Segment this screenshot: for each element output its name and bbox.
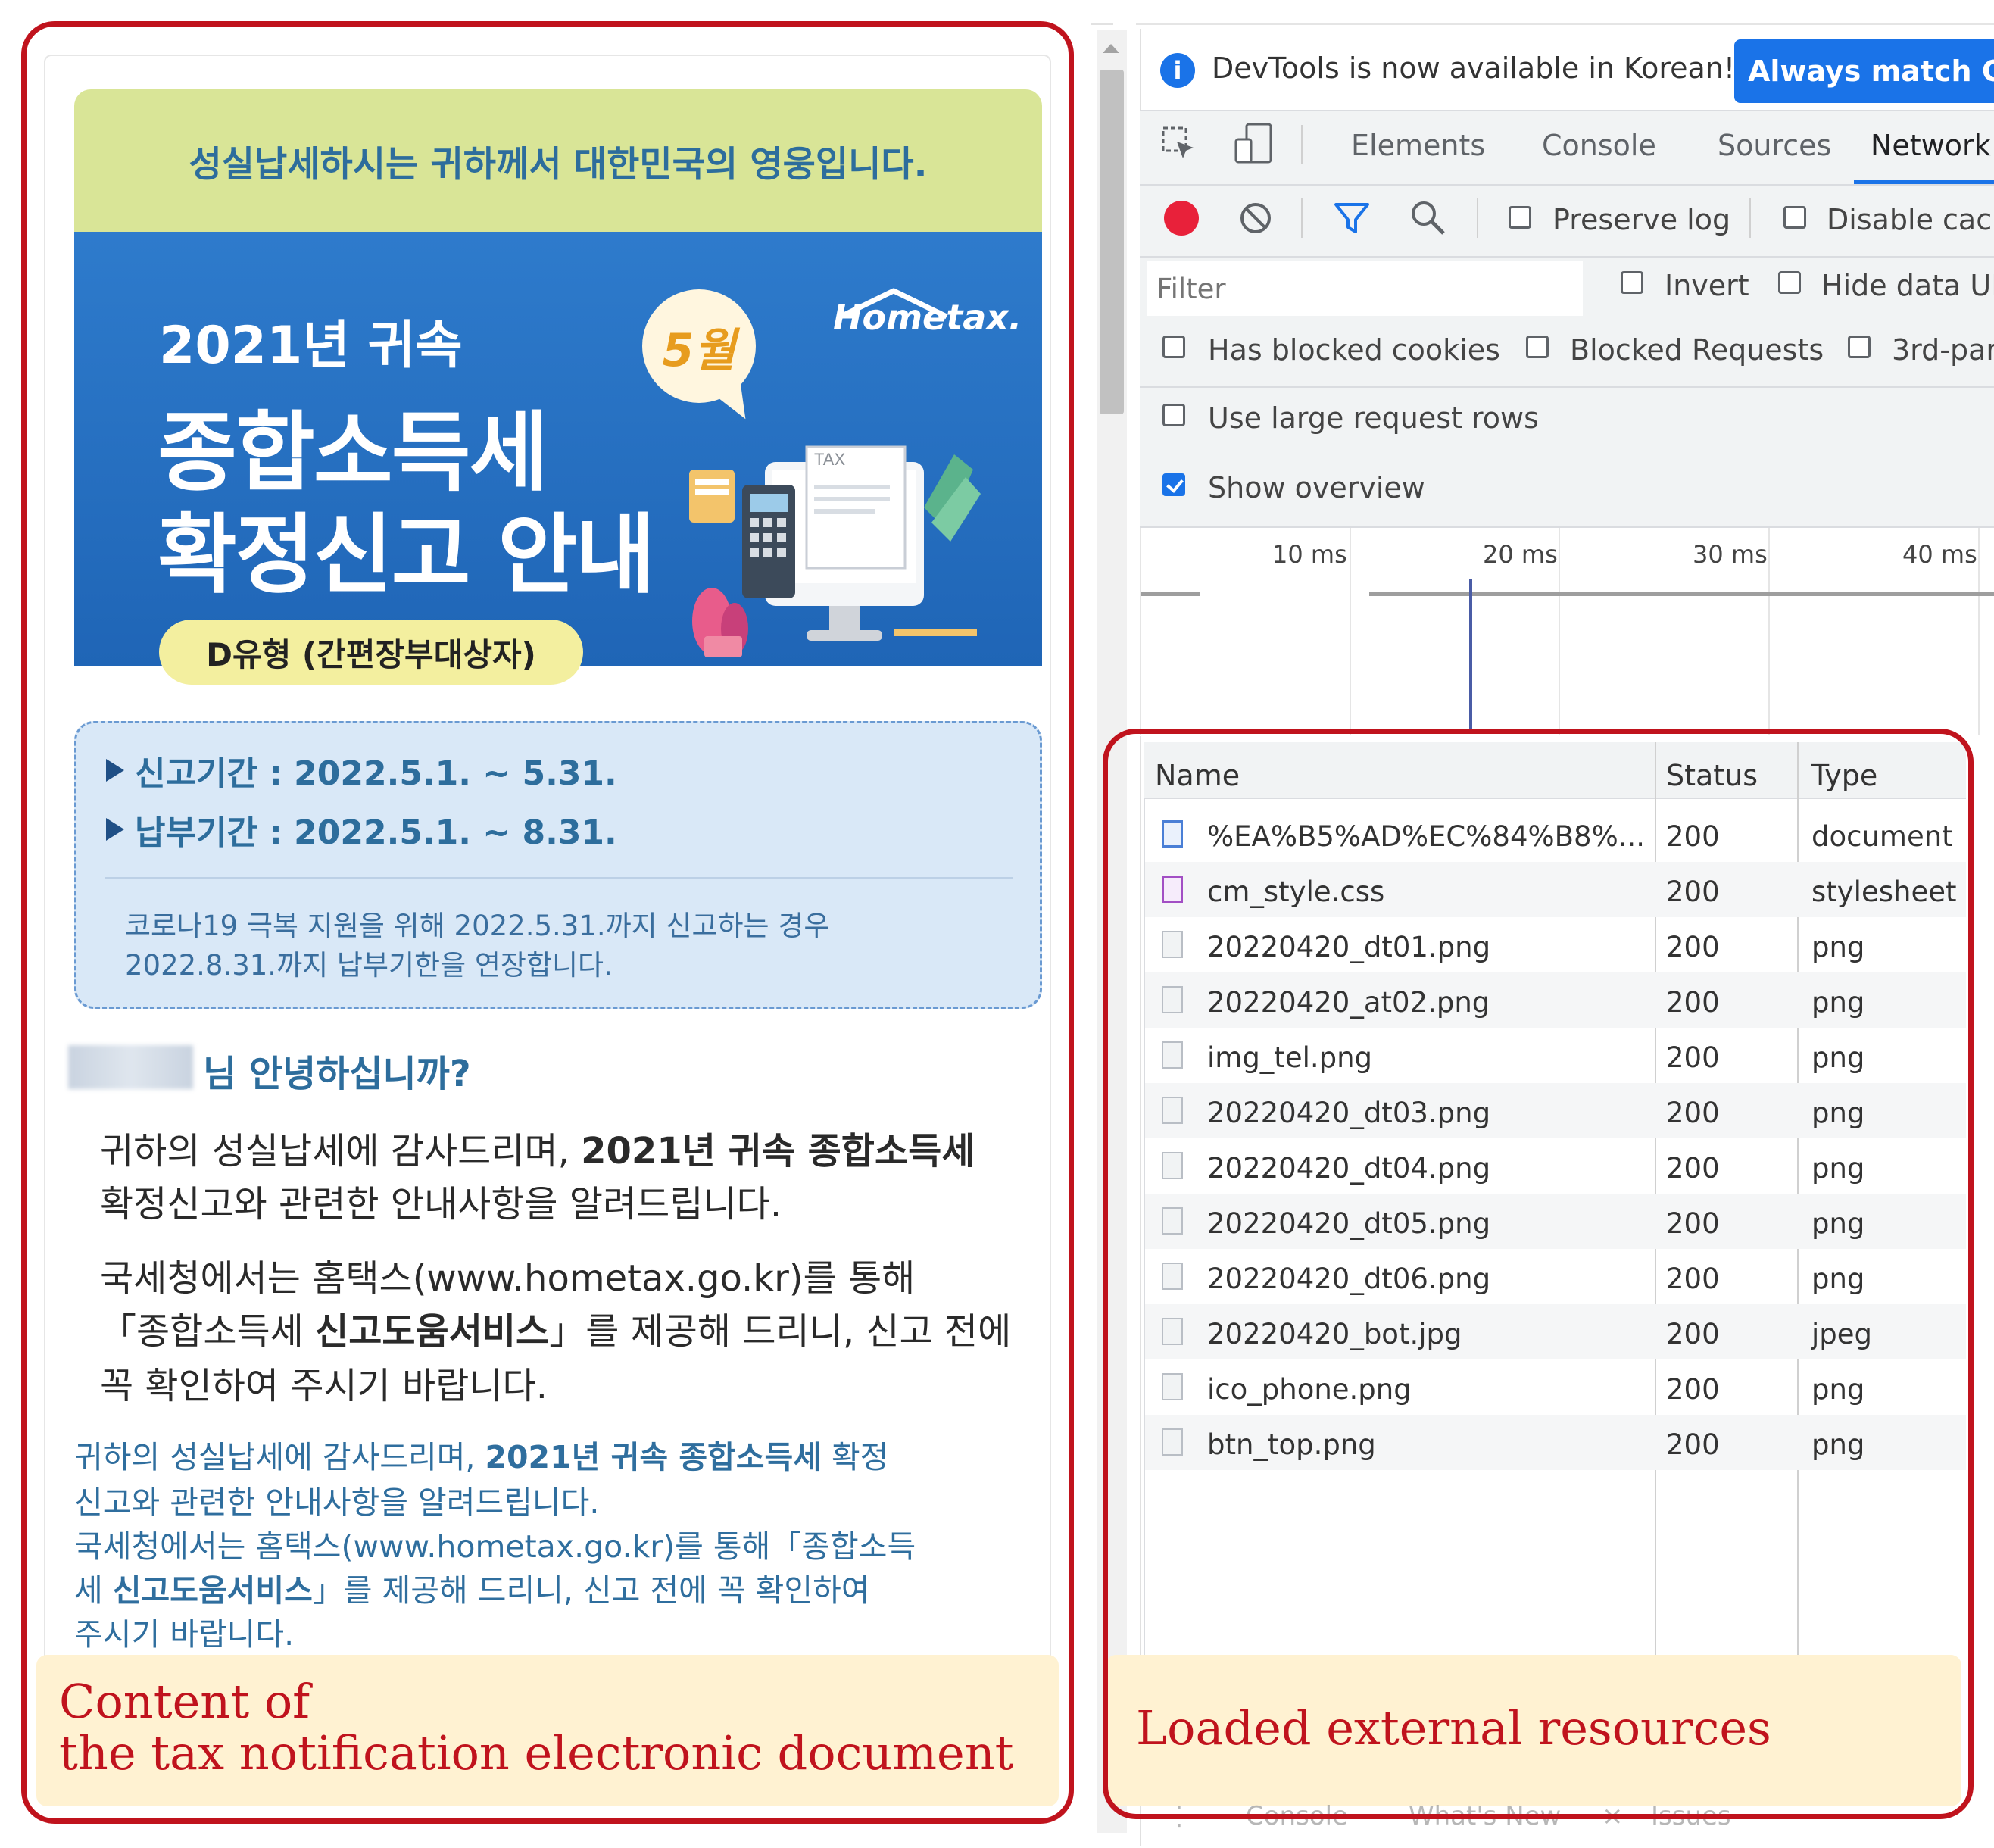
timeline-tick-label: 20 ms <box>1483 540 1558 569</box>
timeline-bar <box>1141 592 1200 596</box>
disable-cache-checkbox[interactable] <box>1783 206 1806 229</box>
third-party-label: 3rd-party requests <box>1892 333 1994 367</box>
scroll-up-arrow-icon[interactable] <box>1103 44 1119 53</box>
timeline-marker <box>1469 579 1472 731</box>
tab-elements[interactable]: Elements <box>1351 129 1485 162</box>
timeline-tick-label: 30 ms <box>1693 540 1768 569</box>
blocked-requests-label: Blocked Requests <box>1570 333 1824 367</box>
resources-highlight-frame <box>1103 729 1974 1819</box>
preserve-log-checkbox[interactable] <box>1509 206 1531 229</box>
filter-input[interactable] <box>1147 261 1583 316</box>
timeline-gridline <box>1140 528 1141 735</box>
timeline-tick-label: 40 ms <box>1902 540 1977 569</box>
device-toolbar-icon[interactable] <box>1233 121 1275 167</box>
match-language-button[interactable]: Always match Chrome's language <box>1734 39 1994 103</box>
timeline-tick-label: 10 ms <box>1272 540 1347 569</box>
tab-sources[interactable]: Sources <box>1718 129 1831 162</box>
divider-line <box>1136 23 1994 25</box>
timeline-bar <box>1369 592 1994 596</box>
tab-network[interactable]: Network <box>1871 129 1991 162</box>
search-icon[interactable] <box>1409 198 1448 238</box>
scrollbar-thumb[interactable] <box>1100 70 1124 414</box>
third-party-checkbox[interactable] <box>1848 336 1871 358</box>
has-blocked-cookies-checkbox[interactable] <box>1162 336 1185 358</box>
large-rows-label: Use large request rows <box>1208 401 1539 435</box>
record-icon[interactable] <box>1164 201 1199 236</box>
blocked-requests-checkbox[interactable] <box>1526 336 1549 358</box>
show-overview-checkbox[interactable] <box>1162 473 1185 496</box>
document-highlight-frame <box>21 21 1074 1824</box>
invert-checkbox[interactable] <box>1621 271 1643 294</box>
hide-data-urls-label: Hide data URLs <box>1821 269 1994 302</box>
toolbar-separator <box>1301 198 1303 238</box>
timeline-gridline <box>1768 528 1770 735</box>
timeline-gridline <box>1978 528 1980 735</box>
toolbar-separator <box>1301 125 1303 164</box>
large-rows-checkbox[interactable] <box>1162 404 1185 426</box>
divider-line <box>1091 23 1113 25</box>
has-blocked-cookies-label: Has blocked cookies <box>1208 333 1500 367</box>
hide-data-urls-checkbox[interactable] <box>1778 271 1801 294</box>
tab-console[interactable]: Console <box>1542 129 1656 162</box>
disable-cache-label: Disable cache <box>1827 203 1994 236</box>
inspect-element-icon[interactable] <box>1160 125 1198 163</box>
toolbar-separator <box>1477 198 1478 238</box>
active-tab-indicator <box>1854 180 1994 184</box>
devtools-language-notice: DevTools is now available in Korean! <box>1212 52 1736 85</box>
toolbar-separator <box>1749 198 1751 238</box>
timeline-gridline <box>1350 528 1351 735</box>
filter-icon[interactable] <box>1333 200 1371 236</box>
network-overview-timeline[interactable] <box>1140 526 1994 736</box>
invert-label: Invert <box>1665 269 1749 302</box>
info-icon: i <box>1160 53 1195 88</box>
timeline-gridline <box>1559 528 1560 735</box>
divider-line <box>1140 386 1994 388</box>
clear-icon[interactable] <box>1238 201 1273 236</box>
preserve-log-label: Preserve log <box>1552 203 1731 236</box>
show-overview-label: Show overview <box>1208 471 1425 504</box>
